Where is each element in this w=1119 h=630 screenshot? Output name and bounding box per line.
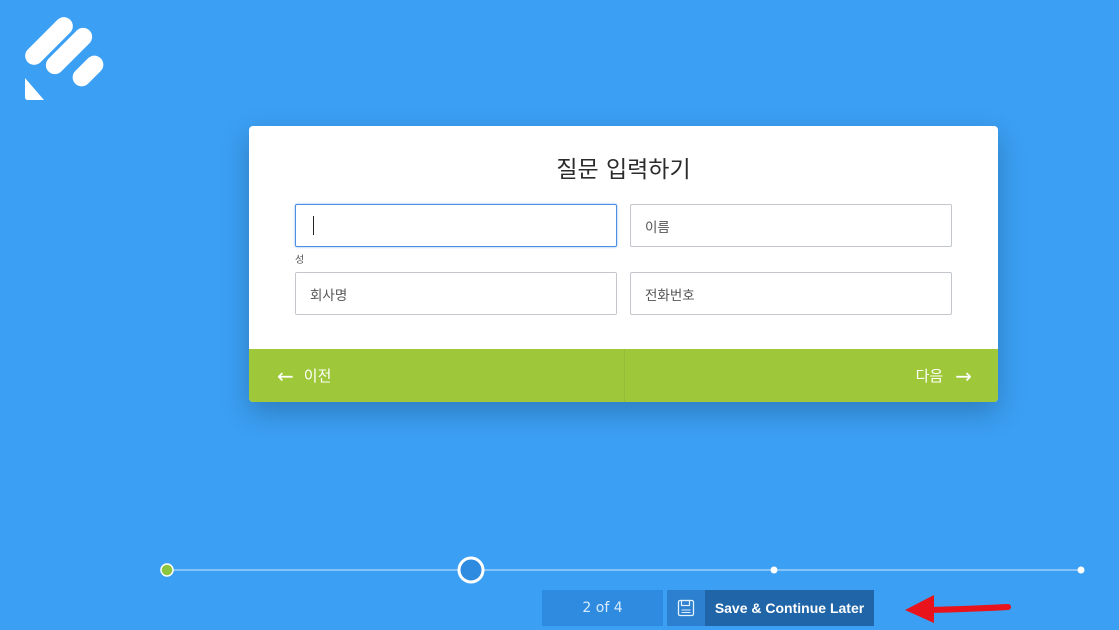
first-name-field[interactable]: 이름: [630, 204, 952, 247]
company-placeholder: 회사명: [310, 287, 348, 304]
next-button[interactable]: 다음 →: [625, 349, 998, 402]
next-label: 다음: [915, 367, 944, 385]
last-name-field[interactable]: [295, 204, 617, 247]
step-3-dot[interactable]: [770, 566, 778, 574]
text-caret: [313, 216, 314, 235]
progress-track: [160, 556, 1085, 584]
previous-button[interactable]: ← 이전: [249, 349, 625, 402]
arrow-right-icon: →: [955, 363, 972, 388]
save-icon-button[interactable]: [667, 590, 705, 626]
last-name-sublabel: 성: [295, 255, 305, 266]
arrow-left-icon: ←: [277, 363, 294, 388]
page-indicator: 2 of 4: [542, 590, 663, 626]
form-nav-bar: ← 이전 다음 →: [249, 349, 998, 402]
red-arrow-icon: [905, 595, 1011, 623]
step-2-dot[interactable]: [457, 556, 485, 584]
phone-field[interactable]: 전화번호: [630, 272, 952, 315]
first-name-placeholder: 이름: [645, 219, 670, 236]
company-field[interactable]: 회사명: [295, 272, 617, 315]
step-4-dot[interactable]: [1077, 566, 1085, 574]
save-continue-later-button[interactable]: Save & Continue Later: [705, 590, 874, 626]
previous-label: 이전: [303, 367, 332, 385]
form-card: 질문 입력하기 성 이름 회사명 전화번호 ← 이전 다음 →: [249, 126, 998, 402]
form-title: 질문 입력하기: [556, 157, 691, 183]
step-1-dot[interactable]: [160, 563, 174, 577]
phone-placeholder: 전화번호: [645, 287, 695, 304]
floppy-disk-icon: [677, 599, 695, 617]
jotform-logo-icon: [22, 14, 104, 102]
